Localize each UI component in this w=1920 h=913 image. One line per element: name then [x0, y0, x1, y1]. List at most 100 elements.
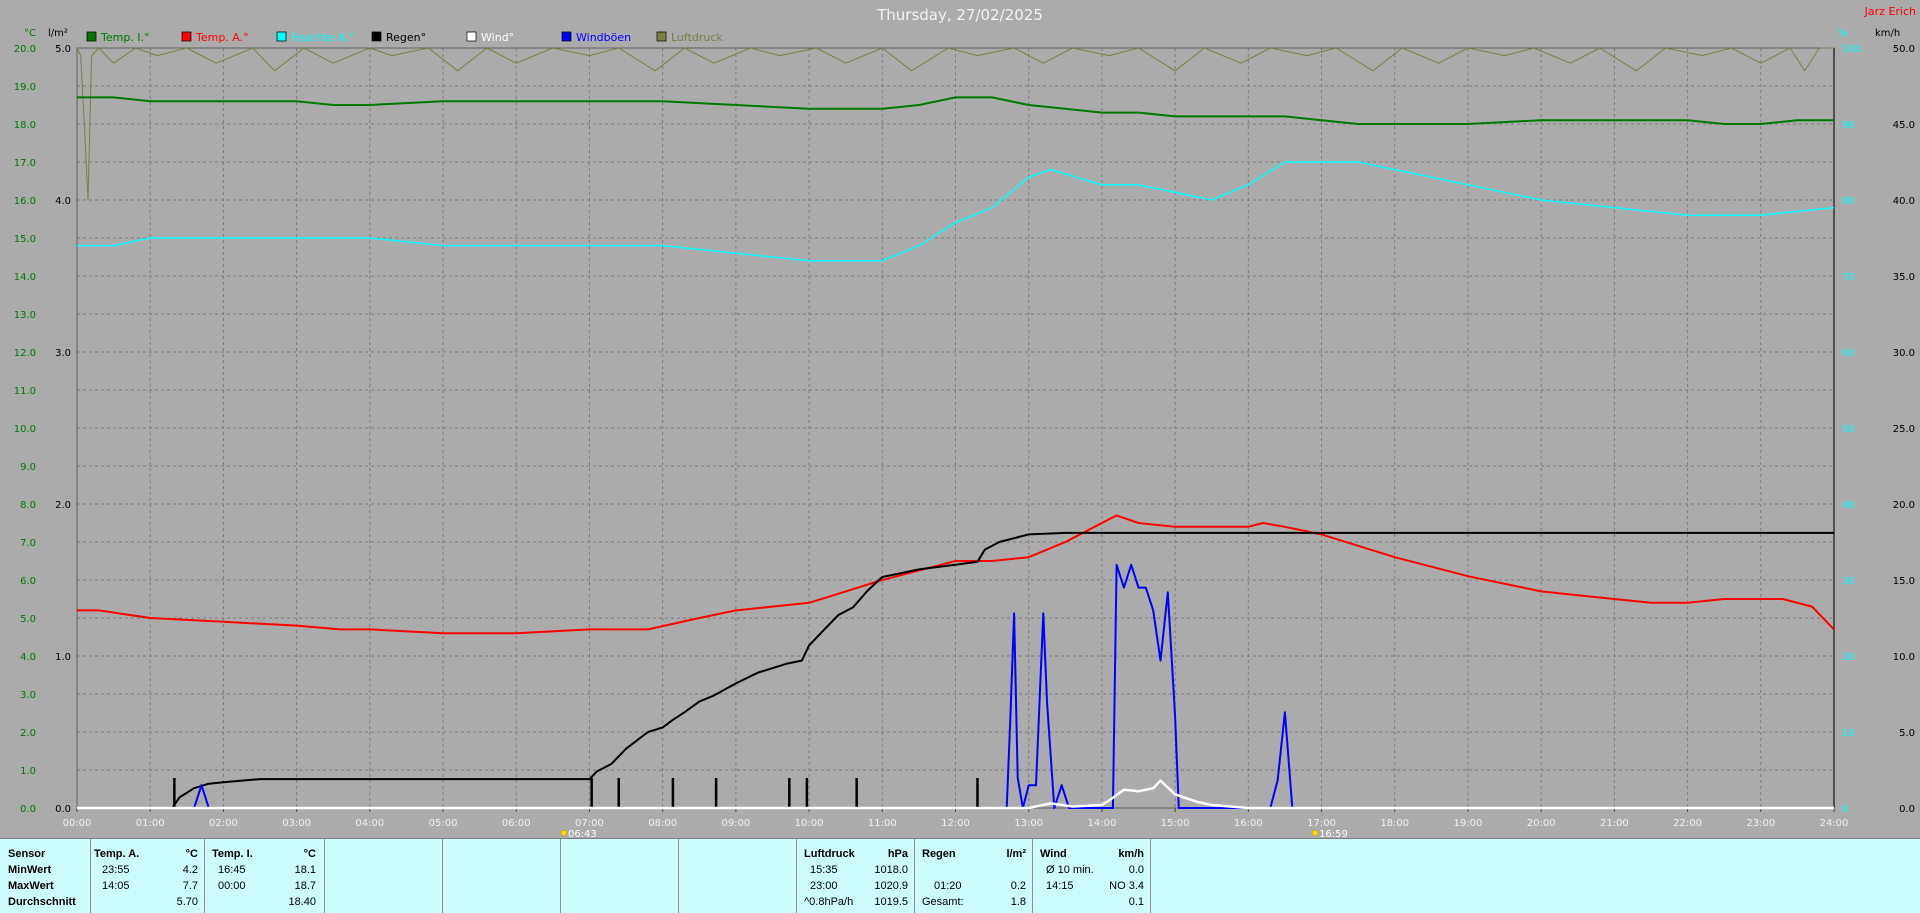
legend-label-gust: Windböen	[576, 31, 631, 44]
y-tick-label-humidity: 0	[1842, 804, 1848, 815]
y-tick-label-temperature: 14.0	[14, 272, 36, 283]
sun-marker-label: 06:43	[568, 829, 597, 838]
y-tick-label-rain: 0.0	[55, 804, 71, 815]
x-tick-label: 19:00	[1454, 818, 1483, 829]
pressure-unit: hPa	[887, 848, 908, 860]
legend-swatch-rain	[371, 31, 382, 42]
rain-header: Regen	[922, 848, 956, 860]
y-axis-wind: 0.0 5.0 10.0 15.0 20.0 25.0 30.0 35.0 40.0 45.0 50…	[1893, 44, 1915, 815]
y-tick-label-humidity: 20	[1842, 652, 1855, 663]
rain-max: 0.2	[1010, 880, 1026, 892]
x-tick-label: 08:00	[648, 818, 677, 829]
y-unit-wind: km/h	[1875, 28, 1900, 39]
x-tick-label: 23:00	[1746, 818, 1775, 829]
stats-col-temp-in: Temp. I. °C 16:45 18.1 00:00 18.7 18.40	[204, 839, 325, 913]
x-tick-label: 18:00	[1380, 818, 1409, 829]
row-label-min: MinWert	[8, 864, 52, 876]
y-tick-label-wind: 0.0	[1899, 804, 1915, 815]
y-tick-label-rain: 4.0	[55, 196, 71, 207]
legend-label-temp-out: Temp. A.°	[195, 31, 249, 44]
legend-swatch-gust	[561, 31, 572, 42]
y-tick-label-wind: 40.0	[1893, 196, 1915, 207]
y-tick-label-wind: 35.0	[1893, 272, 1915, 283]
y-tick-label-humidity: 90	[1842, 120, 1855, 131]
stats-col-wind: Wind km/h Ø 10 min. 0.0 14:15 NO 3.4 0.1	[1032, 839, 1151, 913]
x-tick-label: 17:00	[1307, 818, 1336, 829]
y-tick-label-temperature: 4.0	[20, 652, 36, 663]
x-tick-label: 12:00	[941, 818, 970, 829]
weather-chart: 0.0 1.0 2.0 3.0 4.0 5.0 6.0 7.0 8.0 9.0 10.0 11.0 12…	[14, 5, 1916, 838]
stats-panel: Sensor MinWert MaxWert Durchschnitt Temp…	[0, 838, 1920, 913]
temp-in-header: Temp. I.	[212, 848, 253, 860]
y-tick-label-wind: 45.0	[1893, 120, 1915, 131]
sun-marker-label: 16:59	[1319, 829, 1348, 838]
y-tick-label-temperature: 16.0	[14, 196, 36, 207]
legend-label-temp-in: Temp. I.°	[100, 31, 150, 44]
y-tick-label-rain: 2.0	[55, 500, 71, 511]
wind-header: Wind	[1040, 848, 1067, 860]
x-tick-label: 02:00	[209, 818, 238, 829]
legend: Temp. I.° Temp. A.° Feuchte A.° Regen° Wind°…	[86, 31, 723, 44]
x-axis: 00:00 01:00 02:00 03:00 04:00 05:00 06:00 07:00…	[63, 808, 1849, 829]
x-tick-label: 21:00	[1600, 818, 1629, 829]
x-tick-label: 03:00	[282, 818, 311, 829]
pressure-min: 1018.0	[874, 864, 908, 876]
temp-out-unit: °C	[185, 848, 198, 860]
temp-out-avg: 5.70	[176, 896, 198, 908]
y-unit-temperature: °C	[24, 28, 36, 39]
stats-col-rain: Regen l/m² 01:20 0.2 Gesamt: 1.8	[914, 839, 1033, 913]
pressure-avg: 1019.5	[874, 896, 908, 908]
legend-label-rain: Regen°	[386, 31, 426, 44]
y-unit-rain: l/m²	[48, 28, 68, 39]
y-tick-label-rain: 3.0	[55, 348, 71, 359]
y-tick-label-temperature: 2.0	[20, 728, 36, 739]
x-tick-label: 00:00	[63, 818, 92, 829]
x-tick-label: 10:00	[795, 818, 824, 829]
y-axis-rain: 0.0 1.0 2.0 3.0 4.0 5.0	[55, 44, 71, 815]
x-tick-label: 15:00	[1161, 818, 1190, 829]
y-tick-label-humidity: 60	[1842, 348, 1855, 359]
y-tick-label-temperature: 15.0	[14, 234, 36, 245]
y-tick-label-wind: 20.0	[1893, 500, 1915, 511]
pressure-header: Luftdruck	[804, 848, 855, 860]
y-tick-label-temperature: 13.0	[14, 310, 36, 321]
y-tick-label-temperature: 17.0	[14, 158, 36, 169]
y-tick-label-temperature: 9.0	[20, 462, 36, 473]
temp-in-max-time: 00:00	[218, 880, 246, 892]
y-tick-label-temperature: 5.0	[20, 614, 36, 625]
y-tick-label-temperature: 0.0	[20, 804, 36, 815]
y-tick-label-temperature: 11.0	[14, 386, 36, 397]
legend-swatch-temp-out	[181, 31, 192, 42]
x-tick-label: 16:00	[1234, 818, 1263, 829]
y-tick-label-humidity: 70	[1842, 272, 1855, 283]
temp-out-min-time: 23:55	[102, 864, 130, 876]
y-tick-label-temperature: 8.0	[20, 500, 36, 511]
pressure-min-time: 15:35	[810, 864, 838, 876]
y-tick-label-temperature: 3.0	[20, 690, 36, 701]
y-tick-label-temperature: 20.0	[14, 44, 36, 55]
temp-in-max: 18.7	[294, 880, 316, 892]
y-tick-label-rain: 1.0	[55, 652, 71, 663]
pressure-trend: ^0.8hPa/h	[804, 896, 854, 908]
y-tick-label-humidity: 80	[1842, 196, 1855, 207]
wind-max: NO 3.4	[1109, 880, 1144, 892]
legend-label-humidity: Feuchte A.°	[291, 31, 354, 44]
wind-avg-label: Ø 10 min.	[1046, 864, 1094, 876]
stats-col-temp-out: Temp. A. °C 23:55 4.2 14:05 7.7 5.70	[90, 839, 205, 913]
row-label-sensor: Sensor	[8, 848, 46, 860]
chart-title: Thursday, 27/02/2025	[876, 6, 1043, 24]
temp-in-unit: °C	[303, 848, 316, 860]
row-label-max: MaxWert	[8, 880, 54, 892]
temp-in-avg: 18.40	[288, 896, 316, 908]
y-tick-label-temperature: 12.0	[14, 348, 36, 359]
wind-avg: 0.1	[1128, 896, 1144, 908]
temp-out-max-time: 14:05	[102, 880, 130, 892]
wind-unit: km/h	[1118, 848, 1144, 860]
y-tick-label-wind: 50.0	[1893, 44, 1915, 55]
x-tick-label: 22:00	[1673, 818, 1702, 829]
stats-col-empty-1	[324, 839, 443, 913]
y-tick-label-humidity: 50	[1842, 424, 1855, 435]
rain-total: 1.8	[1010, 896, 1026, 908]
sun-icon	[1311, 829, 1319, 837]
x-tick-label: 24:00	[1820, 818, 1849, 829]
